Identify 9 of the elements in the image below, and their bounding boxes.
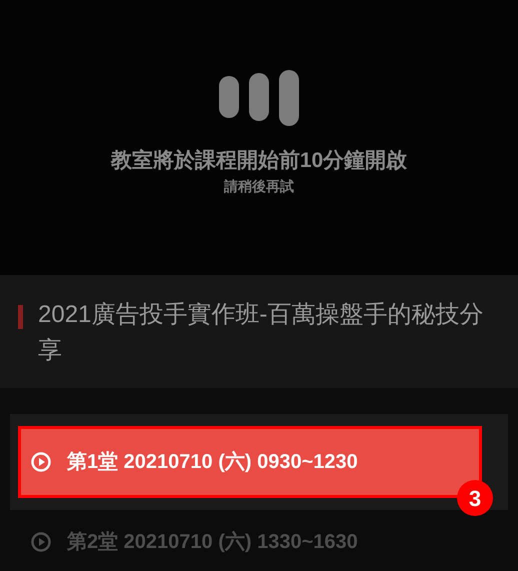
loading-icon — [219, 70, 299, 126]
number-badge: 3 — [457, 480, 493, 516]
retry-hint: 請稍後再試 — [224, 178, 294, 196]
play-icon — [31, 452, 51, 472]
notice-message: 教室將於課程開始前10分鐘開啟 — [110, 148, 408, 174]
accent-bar — [18, 305, 23, 329]
course-title: 2021廣告投手實作班-百萬操盤手的秘技分享 — [38, 300, 484, 366]
play-icon — [31, 532, 51, 552]
lesson-item[interactable]: 第2堂 20210710 (六) 1330~1630 — [18, 514, 482, 570]
